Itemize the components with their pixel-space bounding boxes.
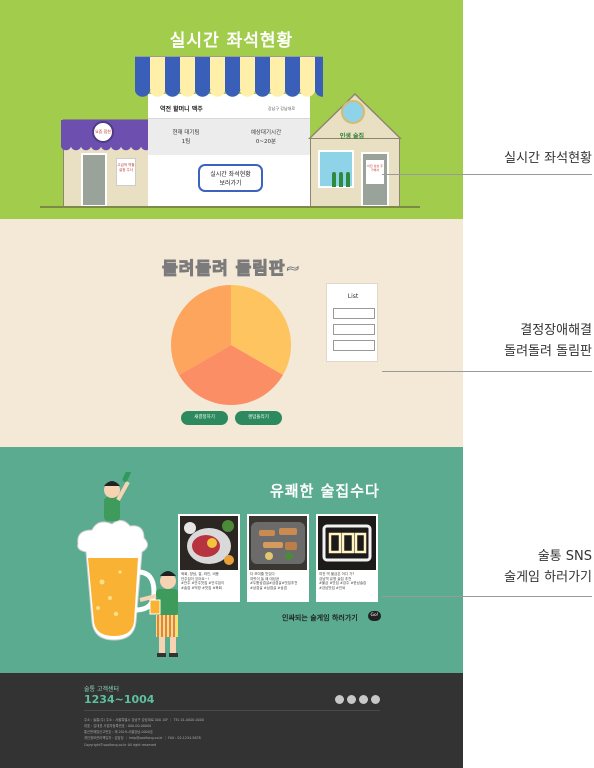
annotation-line-text: 술통 SNS — [537, 549, 592, 564]
right-shop-sign: 인생 술집 — [339, 133, 365, 140]
annotation-line — [382, 174, 592, 175]
sns-post-text: 육회, 양념, 잘, 와인, 비용 안주집이 있어요~! #안주 #안주맛집 #… — [181, 572, 237, 591]
sns-post-line: #강남맛집 #인싸 — [319, 586, 346, 591]
center-shop-awning — [135, 56, 323, 90]
annotation-sns: 술통 SNS 술게임 하러가기 — [466, 547, 592, 589]
left-shop-note: 고급적 역할 설정 주사 — [116, 158, 136, 186]
company-info-line: 주소 : 술통(주) 주소 : 서울특별시 강남구 강남대로 000 10F ｜… — [84, 718, 204, 722]
annotation-line — [382, 596, 592, 597]
go-button[interactable]: Go! — [368, 611, 381, 621]
realtime-seats-section: 실시간 좌석현황 요즘 힙한 고급적 역할 설정 주사 역전 할머니 맥주 강남… — [0, 0, 463, 219]
shop-location: 강남구 강남대로 — [268, 106, 296, 111]
new-decision-button[interactable]: 새결정하기 — [181, 411, 228, 425]
time-label: 예상대기시간 — [250, 130, 282, 136]
right-shop-note: 이전 상상 추가해서 — [366, 160, 384, 184]
footer: 술통 고객센터 1234~1004 주소 : 술통(주) 주소 : 서울특별시 … — [0, 673, 463, 768]
section-title: 돌려돌려 돌림판~ — [162, 259, 301, 280]
social-icon[interactable] — [371, 695, 380, 704]
shop-name: 역전 할머니 맥주 — [160, 106, 203, 113]
spin-roulette-button[interactable]: 랜덤돌리기 — [235, 411, 282, 425]
footer-divider — [84, 710, 380, 711]
list-option-input[interactable] — [333, 308, 375, 319]
option-list-box: List — [326, 283, 378, 362]
bottle-icon — [339, 172, 343, 187]
company-info-line: 대표 : 김대표 사업자등록번호 : 000-00-00000 — [84, 724, 152, 728]
section-title: 유쾌한 술집수다 — [270, 482, 380, 500]
company-info-line: 개인정보관리책임자 : 김담당 ｜ help@sooltong.co.kr ｜ … — [84, 736, 201, 740]
view-seats-button-line1: 실시간 좌석현황 — [210, 171, 251, 178]
bottle-icon — [332, 172, 336, 187]
time-value: 0~20분 — [255, 139, 277, 145]
list-option-input[interactable] — [333, 324, 375, 335]
view-seats-button-line2: 보러가기 — [219, 180, 242, 187]
copyright-text: Copyright©sooltong.co.kr All right reser… — [84, 743, 157, 747]
roulette-wheel[interactable] — [171, 285, 291, 405]
bottle-icon — [346, 172, 350, 187]
page-root: 실시간 좌석현황 요즘 힙한 고급적 역할 설정 주사 역전 할머니 맥주 강남… — [0, 0, 594, 768]
annotation-line-text: 결정장애해결 — [520, 323, 592, 338]
social-icon[interactable] — [359, 695, 368, 704]
ground-line — [40, 206, 420, 208]
sns-post-text: 더 보여줄 맛있다 여럿이 놀 때 대성공 #두툼삼겹살#삼겹살#맛집추천 #삼… — [250, 572, 306, 591]
awning-scallop — [135, 89, 323, 99]
drinking-game-link[interactable]: 인싸되는 술게임 하러가기 — [282, 613, 358, 623]
annotation-line-text: 술게임 하러가기 — [504, 569, 592, 585]
raw-beef-photo — [180, 516, 238, 570]
grilled-meat-photo — [249, 516, 307, 570]
wait-label: 현재 대기팀 — [172, 130, 200, 136]
list-option-input[interactable] — [333, 340, 375, 351]
sns-post-card[interactable]: 육회, 양념, 잘, 와인, 비용 안주집이 있어요~! #안주 #안주맛집 #… — [178, 514, 240, 602]
roulette-section: 돌려돌려 돌림판~ List 새결정하기 랜덤돌리기 — [0, 219, 463, 447]
sns-post-text: 여전 역 불금은 어디 가? 강남역 유명 술집 추천 #불금 #맛집 #강주 … — [319, 572, 375, 591]
left-shop-door — [81, 153, 107, 207]
social-icon[interactable] — [335, 695, 344, 704]
customer-center-label: 술통 고객센터 — [84, 686, 120, 693]
sns-post-card[interactable]: 더 보여줄 맛있다 여럿이 놀 때 대성공 #두툼삼겹살#삼겹살#맛집추천 #삼… — [247, 514, 309, 602]
annotation-roulette: 결정장애해결 돌려돌려 돌림판 — [466, 321, 592, 363]
sns-post-line: #술집 #먹방 #맛집 #육회 — [181, 586, 222, 591]
beer-drinkers-illustration — [77, 472, 178, 657]
sns-section: 유쾌한 술집수다 육회, 양념, 잘, 와인, 비용 안주집이 있어요~! #안… — [0, 447, 463, 673]
annotation-seats: 실시간 좌석현황 — [504, 151, 592, 166]
neon-sign-photo — [318, 516, 376, 570]
left-shop-sign: 요즘 힙한 — [92, 121, 114, 143]
list-title: List — [347, 293, 359, 300]
customer-center-phone: 1234~1004 — [84, 693, 155, 706]
wait-value: 1팀 — [181, 139, 191, 145]
sns-post-line: #삼겹살 #삼겹살 #삼겹 — [250, 586, 287, 591]
company-info-line: 통신판매업신고번호 : 제 2019-서울강남-0000호 — [84, 730, 153, 734]
round-window — [341, 100, 365, 124]
view-seats-button[interactable]: 실시간 좌석현황 보러가기 — [198, 164, 263, 192]
annotation-line — [382, 371, 592, 372]
annotation-line-text: 돌려돌려 돌림판 — [504, 343, 592, 359]
section-title: 실시간 좌석현황 — [169, 31, 294, 51]
sns-post-card[interactable]: 여전 역 불금은 어디 가? 강남역 유명 술집 추천 #불금 #맛집 #강주 … — [316, 514, 378, 602]
social-icon[interactable] — [347, 695, 356, 704]
